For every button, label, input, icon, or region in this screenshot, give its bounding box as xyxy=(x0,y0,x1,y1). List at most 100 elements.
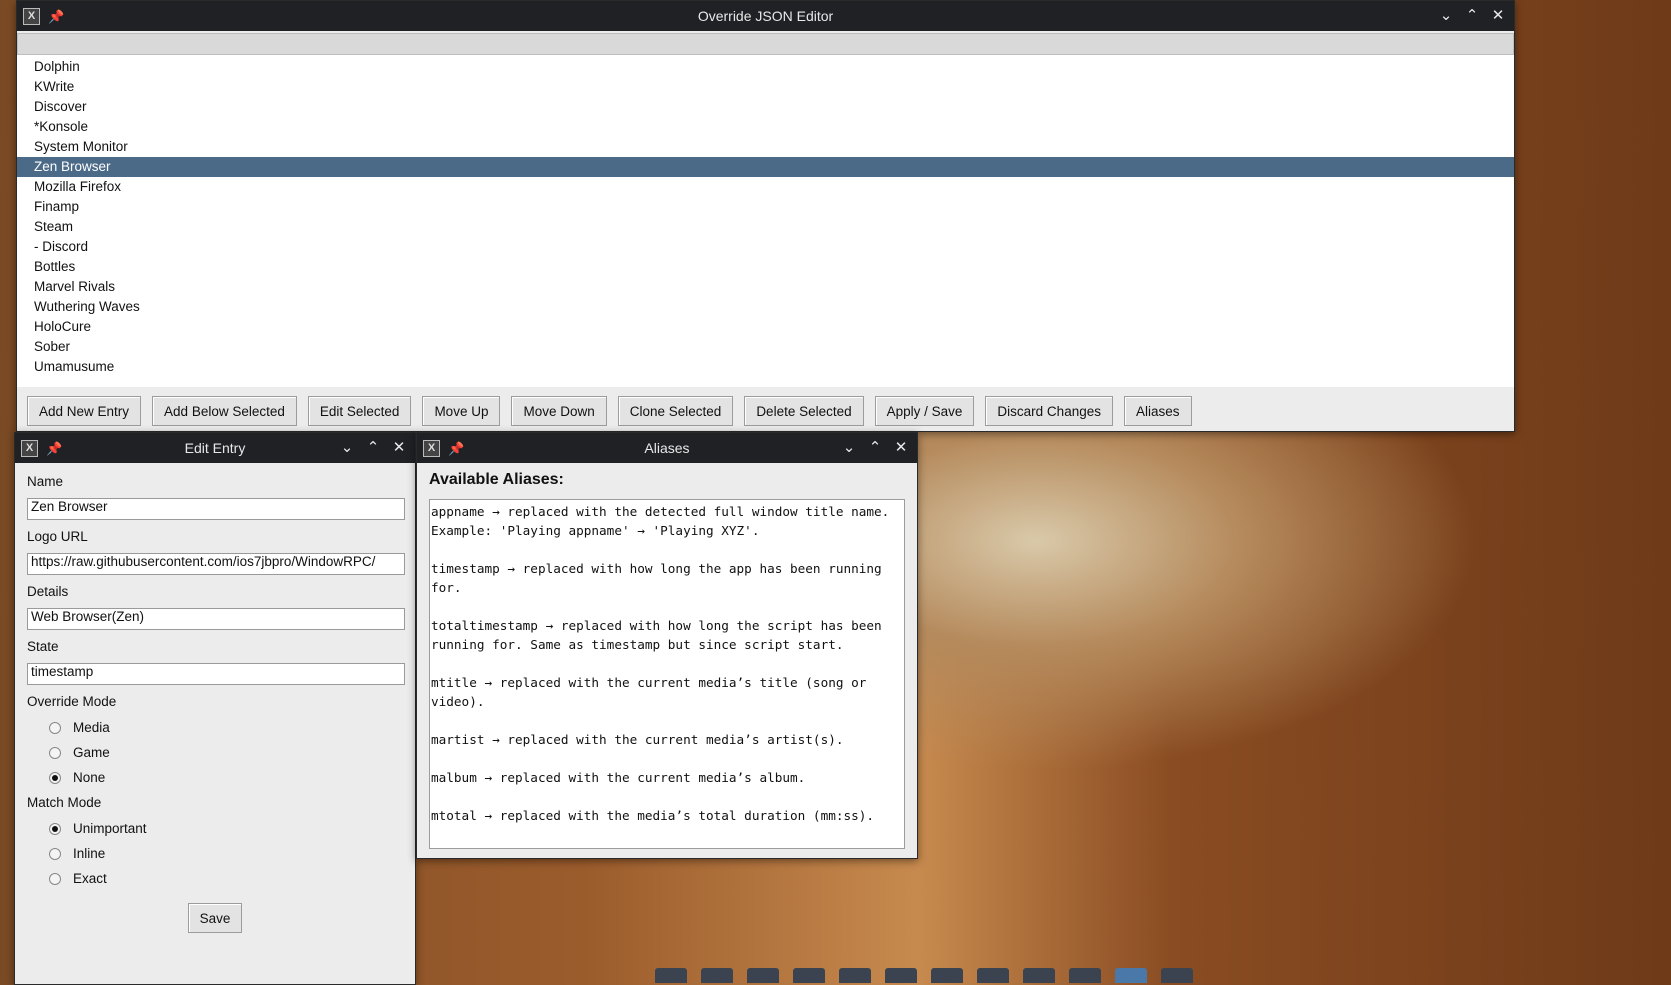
delete-selected-button[interactable]: Delete Selected xyxy=(744,396,864,426)
match-mode-group: Unimportant Inline Exact xyxy=(27,816,403,891)
add-below-selected-button[interactable]: Add Below Selected xyxy=(152,396,297,426)
radio-button-icon[interactable] xyxy=(49,771,61,784)
name-label: Name xyxy=(27,474,64,489)
maximize-icon[interactable]: ⌃ xyxy=(1462,1,1482,31)
alias-description: martist → replaced with the current medi… xyxy=(431,732,844,747)
state-field[interactable]: timestamp xyxy=(27,663,405,685)
minimize-icon[interactable]: ⌄ xyxy=(839,433,859,463)
list-item[interactable]: Mozilla Firefox xyxy=(17,177,1514,197)
edit-titlebar[interactable]: X 📌 Edit Entry ⌄ ⌃ ✕ xyxy=(15,433,415,463)
taskbar-app-icon[interactable] xyxy=(977,968,1009,983)
close-icon[interactable]: ✕ xyxy=(891,433,911,463)
radio-label: Inline xyxy=(73,846,106,861)
move-up-button[interactable]: Move Up xyxy=(422,396,501,426)
list-item[interactable]: HoloCure xyxy=(17,317,1514,337)
logo-url-field[interactable]: https://raw.githubusercontent.com/ios7jb… xyxy=(27,553,405,575)
list-item[interactable]: Marvel Rivals xyxy=(17,277,1514,297)
alias-description: appname → replaced with the detected ful… xyxy=(431,504,897,538)
list-item[interactable]: System Monitor xyxy=(17,137,1514,157)
list-item[interactable]: Dolphin xyxy=(17,57,1514,77)
discard-changes-button[interactable]: Discard Changes xyxy=(985,396,1113,426)
maximize-icon[interactable]: ⌃ xyxy=(363,433,383,463)
radio-button-icon[interactable] xyxy=(49,746,61,759)
radio-label: Unimportant xyxy=(73,821,147,836)
radio-label: Exact xyxy=(73,871,107,886)
minimize-icon[interactable]: ⌄ xyxy=(1436,1,1456,31)
match-radio-exact[interactable]: Exact xyxy=(27,866,403,891)
logo-url-label: Logo URL xyxy=(27,529,88,544)
match-mode-label: Match Mode xyxy=(27,795,102,810)
maximize-icon[interactable]: ⌃ xyxy=(865,433,885,463)
list-item[interactable]: KWrite xyxy=(17,77,1514,97)
edit-selected-button[interactable]: Edit Selected xyxy=(307,396,412,426)
aliases-titlebar[interactable]: X 📌 Aliases ⌄ ⌃ ✕ xyxy=(417,433,917,463)
aliases-window: X 📌 Aliases ⌄ ⌃ ✕ Available Aliases: app… xyxy=(416,432,918,859)
app-x-icon: X xyxy=(23,8,40,25)
override-radio-media[interactable]: Media xyxy=(27,715,403,740)
radio-button-icon[interactable] xyxy=(49,872,61,885)
entry-listbox[interactable]: Dolphin KWrite Discover *Konsole System Moni… xyxy=(17,55,1514,387)
taskbar-app-icon[interactable] xyxy=(793,968,825,983)
taskbar-app-icon[interactable] xyxy=(655,968,687,983)
radio-button-icon[interactable] xyxy=(49,721,61,734)
apply-save-button[interactable]: Apply / Save xyxy=(874,396,975,426)
minimize-icon[interactable]: ⌄ xyxy=(337,433,357,463)
list-item[interactable]: Zen Browser xyxy=(17,157,1514,177)
override-radio-game[interactable]: Game xyxy=(27,740,403,765)
list-item[interactable]: Sober xyxy=(17,337,1514,357)
radio-label: Game xyxy=(73,745,110,760)
clone-selected-button[interactable]: Clone Selected xyxy=(617,396,734,426)
list-item[interactable]: *Konsole xyxy=(17,117,1514,137)
window-title: Aliases xyxy=(644,440,690,456)
pin-icon[interactable]: 📌 xyxy=(46,441,62,456)
list-item[interactable]: Bottles xyxy=(17,257,1514,277)
details-field[interactable]: Web Browser(Zen) xyxy=(27,608,405,630)
taskbar-app-icon[interactable] xyxy=(701,968,733,983)
radio-button-icon[interactable] xyxy=(49,847,61,860)
edit-entry-window: X 📌 Edit Entry ⌄ ⌃ ✕ Name Zen Browser Lo… xyxy=(14,432,416,985)
close-icon[interactable]: ✕ xyxy=(1488,1,1508,31)
list-item[interactable]: Wuthering Waves xyxy=(17,297,1514,317)
list-item[interactable]: Discover xyxy=(17,97,1514,117)
toolbar: Add New Entry Add Below Selected Edit Se… xyxy=(17,387,1514,426)
window-title: Edit Entry xyxy=(184,440,246,456)
list-item[interactable]: Finamp xyxy=(17,197,1514,217)
move-down-button[interactable]: Move Down xyxy=(511,396,607,426)
taskbar-app-icon[interactable] xyxy=(885,968,917,983)
override-radio-none[interactable]: None xyxy=(27,765,403,790)
override-json-editor-window: X 📌 Override JSON Editor ⌄ ⌃ ✕ Dolphin KW… xyxy=(16,0,1515,432)
main-titlebar[interactable]: X 📌 Override JSON Editor ⌄ ⌃ ✕ xyxy=(17,1,1514,31)
list-header-bar xyxy=(17,33,1514,55)
taskbar-app-icon[interactable] xyxy=(931,968,963,983)
match-radio-unimportant[interactable]: Unimportant xyxy=(27,816,403,841)
aliases-heading: Available Aliases: xyxy=(429,471,564,488)
save-button[interactable]: Save xyxy=(187,903,243,933)
alias-description: melapsed → replaced with how long the me… xyxy=(431,844,903,848)
taskbar-app-icon[interactable] xyxy=(1069,968,1101,983)
radio-button-icon[interactable] xyxy=(49,822,61,835)
details-label: Details xyxy=(27,584,69,599)
taskbar-app-icon-active[interactable] xyxy=(1115,968,1147,983)
radio-label: None xyxy=(73,770,106,785)
taskbar-app-icon[interactable] xyxy=(1161,968,1193,983)
taskbar xyxy=(655,968,1255,983)
close-icon[interactable]: ✕ xyxy=(389,433,409,463)
list-item[interactable]: Steam xyxy=(17,217,1514,237)
aliases-textbox[interactable]: appname → replaced with the detected ful… xyxy=(429,499,905,849)
taskbar-app-icon[interactable] xyxy=(1023,968,1055,983)
aliases-button[interactable]: Aliases xyxy=(1123,396,1192,426)
taskbar-app-icon[interactable] xyxy=(747,968,779,983)
app-x-icon: X xyxy=(21,440,38,457)
alias-description: totaltimestamp → replaced with how long … xyxy=(431,618,890,652)
taskbar-app-icon[interactable] xyxy=(839,968,871,983)
pin-icon[interactable]: 📌 xyxy=(448,441,464,456)
list-item[interactable]: - Discord xyxy=(17,237,1514,257)
override-mode-group: Media Game None xyxy=(27,715,403,790)
match-radio-inline[interactable]: Inline xyxy=(27,841,403,866)
list-item[interactable]: Umamusume xyxy=(17,357,1514,377)
name-field[interactable]: Zen Browser xyxy=(27,498,405,520)
alias-description: malbum → replaced with the current media… xyxy=(431,770,806,785)
pin-icon[interactable]: 📌 xyxy=(48,9,64,24)
alias-description: timestamp → replaced with how long the a… xyxy=(431,561,890,595)
add-new-entry-button[interactable]: Add New Entry xyxy=(27,396,142,426)
